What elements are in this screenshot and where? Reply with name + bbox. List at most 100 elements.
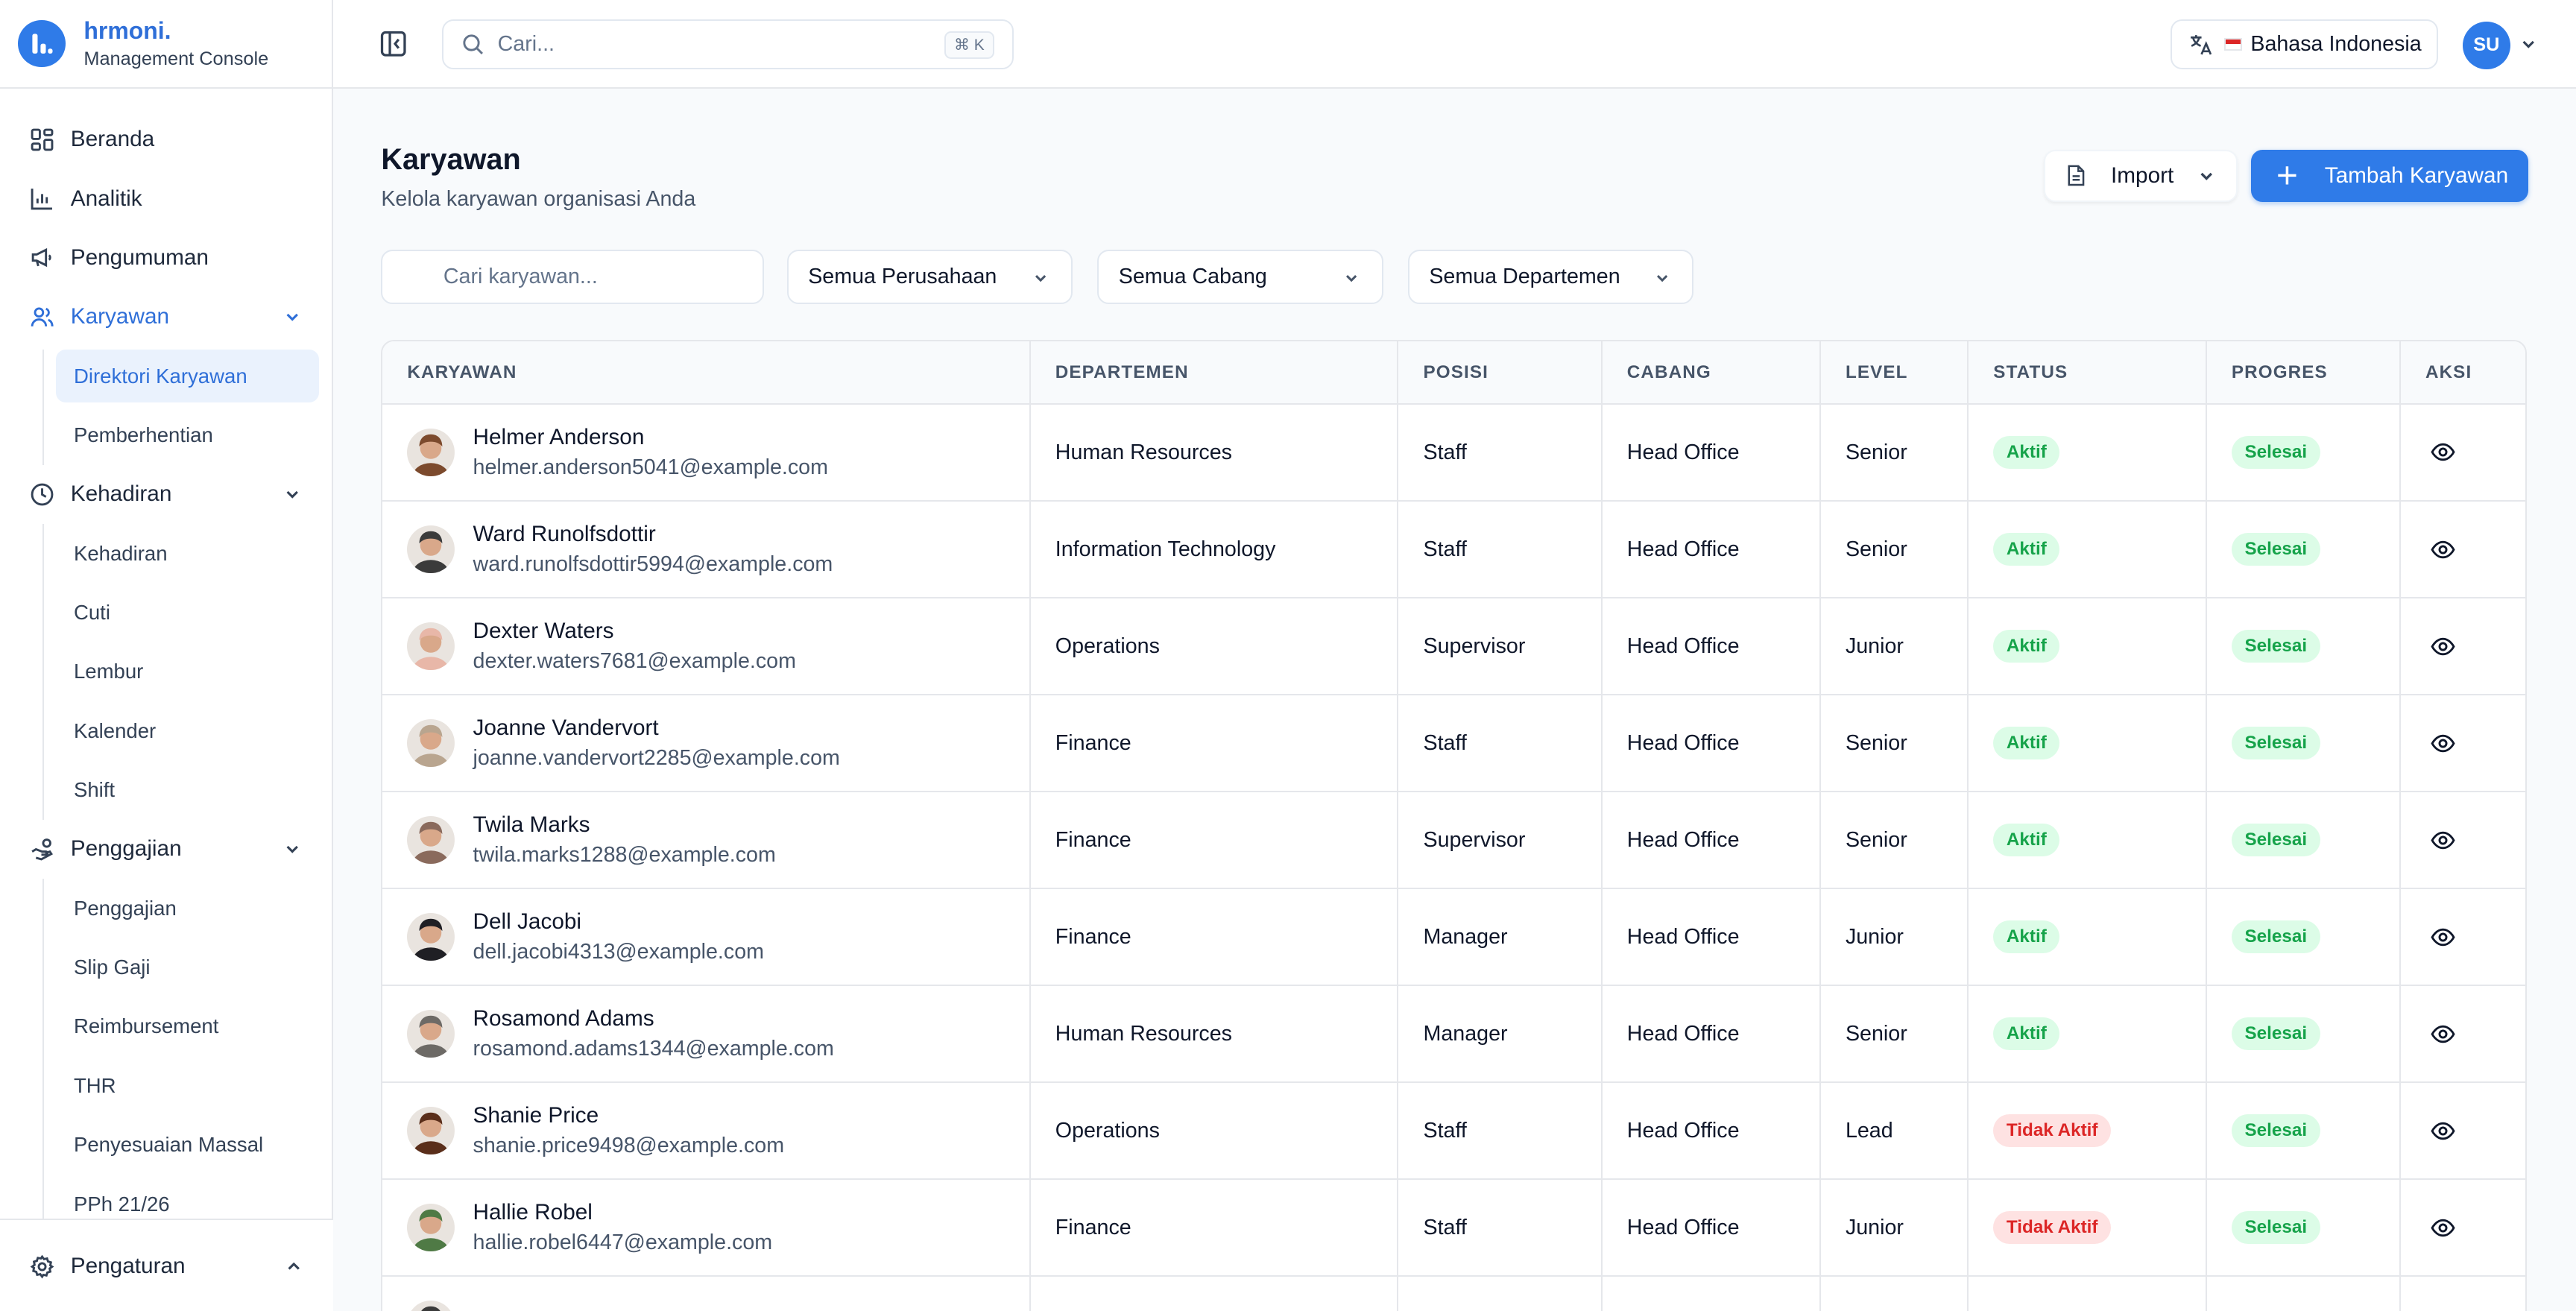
sidebar-subitem-thr[interactable]: THR bbox=[56, 1056, 332, 1115]
chevron-down-icon bbox=[1656, 275, 1667, 282]
table-row[interactable]: Helmer Anderson helmer.anderson5041@examp… bbox=[382, 403, 2525, 502]
action-cell bbox=[2399, 1082, 2525, 1181]
employee-name[interactable]: Dell Jacobi bbox=[473, 909, 764, 935]
sidebar-subitem-reimbursement[interactable]: Reimbursement bbox=[56, 997, 332, 1056]
language-selector[interactable]: Bahasa Indonesia bbox=[2170, 19, 2438, 69]
sidebar: hrmoni. Management Console Beranda Anali… bbox=[0, 0, 334, 1311]
employee-name[interactable]: Ward Runolfsdottir bbox=[473, 522, 833, 547]
sidebar-item-pengumuman[interactable]: Pengumuman bbox=[0, 228, 332, 287]
employee-name[interactable]: Joanne Vandervort bbox=[473, 715, 840, 741]
column-header[interactable]: CABANG bbox=[1601, 341, 1821, 405]
sidebar-subitem-slip-gaji[interactable]: Slip Gaji bbox=[56, 938, 332, 996]
employee-email: shanie.price9498@example.com bbox=[473, 1134, 785, 1158]
view-eye-icon[interactable] bbox=[2431, 1216, 2455, 1240]
employee-email: hallie.robel6447@example.com bbox=[473, 1231, 773, 1255]
employee-name[interactable]: Rosamond Adams bbox=[473, 1006, 834, 1032]
sidebar-subitem-direktori-karyawan[interactable]: Direktori Karyawan bbox=[55, 350, 319, 402]
progress-cell: Selesai bbox=[2206, 695, 2401, 793]
employee-email: joanne.vandervort2285@example.com bbox=[473, 745, 840, 770]
sidebar-item-penggajian[interactable]: Penggajian bbox=[0, 820, 332, 879]
employee-name[interactable]: Hallie Robel bbox=[473, 1200, 773, 1225]
sidebar-subitem-penggajian[interactable]: Penggajian bbox=[56, 879, 332, 938]
column-header[interactable]: DEPARTEMEN bbox=[1029, 341, 1399, 405]
employee-cell[interactable]: Joanne Vandervort joanne.vandervort2285@e… bbox=[382, 695, 1031, 793]
view-eye-icon[interactable] bbox=[2431, 828, 2455, 853]
employee-cell[interactable]: Ward Runolfsdottir ward.runolfsdottir5994… bbox=[382, 501, 1031, 599]
branch-cell: Head Office bbox=[1601, 985, 1821, 1084]
column-header[interactable]: POSISI bbox=[1398, 341, 1603, 405]
department-cell bbox=[1029, 1276, 1399, 1311]
sidebar-item-karyawan[interactable]: Karyawan bbox=[0, 288, 332, 347]
status-cell: Aktif bbox=[1968, 598, 2207, 696]
sidebar-item-pengaturan[interactable]: Pengaturan bbox=[0, 1220, 333, 1311]
employee-cell[interactable]: Helmer Anderson helmer.anderson5041@examp… bbox=[382, 403, 1031, 502]
sidebar-subitem-penyesuaian-massal[interactable]: Penyesuaian Massal bbox=[56, 1115, 332, 1174]
view-eye-icon[interactable] bbox=[2431, 440, 2455, 464]
chevron-down-icon bbox=[286, 490, 299, 499]
import-button[interactable]: Import bbox=[2043, 149, 2238, 203]
add-employee-button[interactable]: Tambah Karyawan bbox=[2250, 149, 2529, 203]
employee-search-input[interactable]: Cari karyawan... bbox=[381, 250, 764, 304]
sidebar-subitem-pemberhentian[interactable]: Pemberhentian bbox=[56, 405, 332, 464]
column-header[interactable]: KARYAWAN bbox=[382, 341, 1031, 405]
clock-icon bbox=[31, 483, 54, 506]
company-filter-select[interactable]: Semua Perusahaan bbox=[786, 250, 1073, 304]
sidebar-subitem-cuti[interactable]: Cuti bbox=[56, 583, 332, 642]
position-cell: Manager bbox=[1398, 985, 1603, 1084]
employee-name[interactable]: Dexter Waters bbox=[473, 619, 796, 644]
user-avatar[interactable]: SU bbox=[2462, 21, 2510, 69]
action-cell bbox=[2399, 792, 2525, 890]
sidebar-subitem-lembur[interactable]: Lembur bbox=[56, 642, 332, 701]
column-header[interactable]: STATUS bbox=[1968, 341, 2207, 405]
employee-cell[interactable]: Dell Jacobi dell.jacobi4313@example.com bbox=[382, 888, 1031, 987]
table-row[interactable]: Cornelius Doyle bbox=[382, 1276, 2525, 1311]
view-eye-icon[interactable] bbox=[2431, 537, 2455, 562]
department-cell: Human Resources bbox=[1029, 985, 1399, 1084]
table-row[interactable]: Dexter Waters dexter.waters7681@example.c… bbox=[382, 598, 2525, 696]
department-filter-select[interactable]: Semua Departemen bbox=[1407, 250, 1694, 304]
table-row[interactable]: Twila Marks twila.marks1288@example.com Fi… bbox=[382, 792, 2525, 890]
column-header[interactable]: LEVEL bbox=[1819, 341, 1969, 405]
table-row[interactable]: Shanie Price shanie.price9498@example.com… bbox=[382, 1082, 2525, 1181]
sidebar-item-kehadiran[interactable]: Kehadiran bbox=[0, 465, 332, 524]
table-row[interactable]: Hallie Robel hallie.robel6447@example.com… bbox=[382, 1179, 2525, 1277]
table-row[interactable]: Ward Runolfsdottir ward.runolfsdottir5994… bbox=[382, 501, 2525, 599]
employee-cell[interactable]: Hallie Robel hallie.robel6447@example.com bbox=[382, 1179, 1031, 1277]
employee-cell[interactable]: Shanie Price shanie.price9498@example.com bbox=[382, 1082, 1031, 1181]
avatar bbox=[407, 719, 455, 768]
table-row[interactable]: Joanne Vandervort joanne.vandervort2285@e… bbox=[382, 695, 2525, 793]
global-search-input[interactable]: Cari... ⌘ K bbox=[441, 19, 1014, 69]
view-eye-icon[interactable] bbox=[2431, 731, 2455, 756]
table-row[interactable]: Dell Jacobi dell.jacobi4313@example.com Fi… bbox=[382, 888, 2525, 987]
view-eye-icon[interactable] bbox=[2431, 634, 2455, 659]
employee-cell[interactable]: Dexter Waters dexter.waters7681@example.c… bbox=[382, 598, 1031, 696]
progress-cell: Selesai bbox=[2206, 501, 2401, 599]
progress-cell: Selesai bbox=[2206, 1082, 2401, 1181]
view-eye-icon[interactable] bbox=[2431, 1119, 2455, 1143]
employee-cell[interactable]: Cornelius Doyle bbox=[382, 1276, 1031, 1311]
chevron-down-icon[interactable] bbox=[2519, 34, 2538, 54]
employee-name[interactable]: Shanie Price bbox=[473, 1103, 785, 1128]
sidebar-toggle-icon[interactable] bbox=[379, 30, 407, 57]
sidebar-item-analitik[interactable]: Analitik bbox=[0, 169, 332, 228]
employee-name[interactable]: Twila Marks bbox=[473, 812, 776, 838]
employee-cell[interactable]: Twila Marks twila.marks1288@example.com bbox=[382, 792, 1031, 890]
employee-email: rosamond.adams1344@example.com bbox=[473, 1036, 834, 1061]
employee-cell[interactable]: Rosamond Adams rosamond.adams1344@example… bbox=[382, 985, 1031, 1084]
view-eye-icon[interactable] bbox=[2431, 925, 2455, 950]
progress-badge: Selesai bbox=[2231, 1211, 2320, 1245]
sidebar-item-beranda[interactable]: Beranda bbox=[0, 110, 332, 169]
sidebar-subitem-kalender[interactable]: Kalender bbox=[56, 701, 332, 760]
view-eye-icon[interactable] bbox=[2431, 1022, 2455, 1046]
branch-filter-select[interactable]: Semua Cabang bbox=[1097, 250, 1383, 304]
brand[interactable]: hrmoni. Management Console bbox=[0, 0, 332, 89]
table-row[interactable]: Rosamond Adams rosamond.adams1344@example… bbox=[382, 985, 2525, 1084]
employee-name[interactable]: Helmer Anderson bbox=[473, 425, 828, 450]
sidebar-subitem-shift[interactable]: Shift bbox=[56, 760, 332, 819]
column-header[interactable]: PROGRES bbox=[2206, 341, 2401, 405]
status-cell: Aktif bbox=[1968, 888, 2207, 987]
progress-cell: Selesai bbox=[2206, 888, 2401, 987]
department-cell: Human Resources bbox=[1029, 403, 1399, 502]
sidebar-subitem-kehadiran[interactable]: Kehadiran bbox=[56, 524, 332, 583]
language-label: Bahasa Indonesia bbox=[2250, 31, 2422, 56]
